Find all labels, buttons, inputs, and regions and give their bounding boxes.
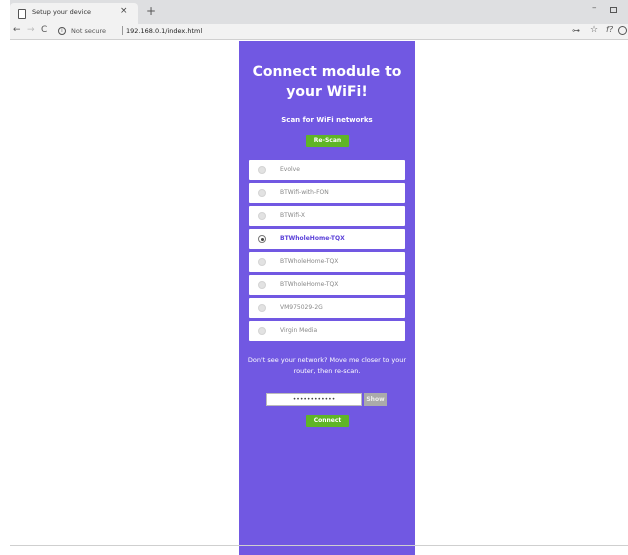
tab-title: Setup your device — [32, 8, 92, 16]
network-item[interactable]: BTWifi-X — [249, 206, 405, 226]
browser-window: Setup your device × + – ← → C i Not secu… — [10, 0, 628, 555]
bookmark-star-icon[interactable]: ☆ — [590, 25, 598, 35]
radio-button[interactable] — [258, 327, 266, 335]
network-item-selected[interactable]: BTWholeHome-TQX — [249, 229, 405, 249]
close-tab-icon[interactable]: × — [120, 6, 128, 16]
password-input[interactable] — [266, 393, 362, 406]
show-password-button[interactable]: Show — [364, 393, 387, 406]
page-viewport: Connect module to your WiFi! Scan for Wi… — [10, 41, 628, 555]
url-field[interactable]: 192.168.0.1/index.html — [126, 27, 202, 35]
network-hint: Don't see your network? Move me closer t… — [247, 356, 407, 375]
network-name: Virgin Media — [280, 327, 318, 334]
radio-button-checked[interactable] — [258, 235, 266, 243]
address-bar: ← → C i Not secure 192.168.0.1/index.htm… — [10, 24, 628, 40]
network-name: BTWifi-with-FON — [280, 189, 329, 196]
network-item[interactable]: BTWifi-with-FON — [249, 183, 405, 203]
radio-button[interactable] — [258, 281, 266, 289]
network-name: BTWifi-X — [280, 212, 306, 219]
network-name: BTWholeHome-TQX — [280, 235, 345, 242]
tab-bar: Setup your device × + – — [10, 0, 628, 24]
network-item[interactable]: Evolve — [249, 160, 405, 180]
tab-setup-device[interactable]: Setup your device × — [10, 3, 138, 24]
network-item[interactable]: Virgin Media — [249, 321, 405, 341]
key-icon[interactable]: ⊶ — [572, 26, 580, 35]
page-title: Connect module to your WiFi! — [252, 64, 402, 100]
connect-button[interactable]: Connect — [306, 415, 349, 427]
page-icon — [18, 9, 26, 19]
url-divider — [122, 26, 123, 35]
network-item[interactable]: VM975029-2G — [249, 298, 405, 318]
reload-icon[interactable]: C — [41, 25, 47, 35]
status-divider — [10, 545, 628, 546]
minimize-icon[interactable]: – — [592, 3, 597, 13]
rescan-button[interactable]: Re-Scan — [306, 135, 349, 147]
forward-icon[interactable]: → — [27, 25, 35, 35]
network-name: Evolve — [280, 166, 300, 173]
radio-button[interactable] — [258, 166, 266, 174]
maximize-icon[interactable] — [610, 7, 617, 13]
setup-card: Connect module to your WiFi! Scan for Wi… — [239, 41, 415, 555]
account-icon[interactable] — [618, 26, 627, 35]
scan-label: Scan for WiFi networks — [281, 116, 373, 124]
info-icon[interactable]: i — [58, 27, 66, 35]
not-secure-label[interactable]: Not secure — [71, 27, 106, 35]
network-item[interactable]: BTWholeHome-TQX — [249, 275, 405, 295]
radio-button[interactable] — [258, 212, 266, 220]
radio-button[interactable] — [258, 258, 266, 266]
new-tab-icon[interactable]: + — [146, 5, 156, 17]
network-name: BTWholeHome-TQX — [280, 258, 339, 265]
network-list: Evolve BTWifi-with-FON BTWifi-X BTWholeH… — [249, 160, 405, 344]
radio-button[interactable] — [258, 189, 266, 197]
network-name: BTWholeHome-TQX — [280, 281, 339, 288]
network-item[interactable]: BTWholeHome-TQX — [249, 252, 405, 272]
extension-icon[interactable]: f? — [606, 25, 613, 34]
back-icon[interactable]: ← — [13, 25, 21, 35]
network-name: VM975029-2G — [280, 304, 323, 311]
radio-button[interactable] — [258, 304, 266, 312]
